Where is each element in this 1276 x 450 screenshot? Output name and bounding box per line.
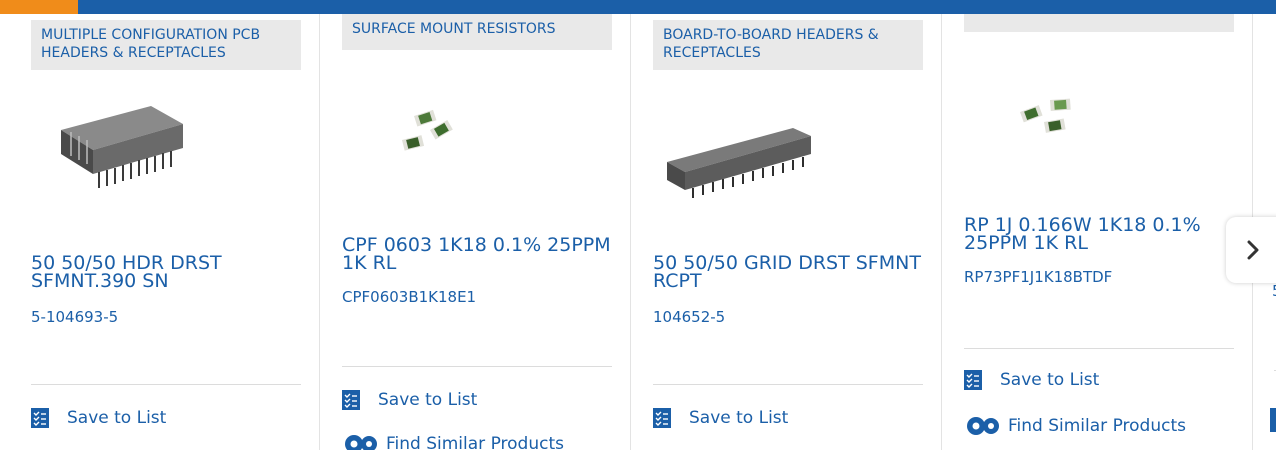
save-to-list-button[interactable]: Save to List	[964, 370, 1099, 390]
pcb-header-icon[interactable]	[51, 102, 191, 192]
part-number[interactable]: 5	[1272, 282, 1276, 300]
top-accent-bar	[0, 0, 1276, 14]
product-category[interactable]: SURFACE MOUNT RESISTORS	[342, 14, 612, 50]
checklist-icon	[31, 408, 49, 428]
carousel-next-button[interactable]	[1226, 217, 1276, 283]
save-to-list-button[interactable]: Save to List	[653, 408, 788, 428]
product-category[interactable]	[964, 14, 1234, 32]
product-title[interactable]: CPF 0603 1K18 0.1% 25PPM 1K RL	[342, 236, 612, 273]
divider	[964, 348, 1234, 349]
checklist-icon	[964, 370, 982, 390]
product-card: BOARD-TO-BOARD HEADERS & RECEPTACLES 50 …	[631, 14, 942, 450]
smd-resistor-icon[interactable]	[1012, 96, 1082, 142]
product-category[interactable]: BOARD-TO-BOARD HEADERS & RECEPTACLES	[653, 20, 923, 70]
product-title[interactable]: 50 50/50 HDR DRST SFMNT.390 SN	[31, 254, 301, 291]
divider	[653, 384, 923, 385]
gears-icon	[967, 417, 999, 435]
product-title[interactable]: RP 1J 0.166W 1K18 0.1% 25PPM 1K RL	[964, 216, 1234, 253]
part-number[interactable]: CPF0603B1K18E1	[342, 288, 476, 306]
checklist-icon	[653, 408, 671, 428]
part-number[interactable]: RP73PF1J1K18BTDF	[964, 268, 1112, 286]
save-label: Save to List	[67, 408, 167, 428]
part-number[interactable]: 104652-5	[653, 308, 725, 326]
find-label: Find Similar Products	[1008, 416, 1186, 436]
find-similar-products-button[interactable]: Find Similar Products	[964, 414, 1186, 438]
save-to-list-button[interactable]: Save to List	[342, 390, 477, 410]
save-label: Save to List	[378, 390, 478, 410]
find-label: Find Similar Products	[386, 434, 564, 450]
divider	[31, 384, 301, 385]
save-label: Save to List	[689, 408, 789, 428]
divider	[342, 366, 612, 367]
product-card: SURFACE MOUNT RESISTORS CPF 0603 1K18 0.…	[320, 14, 631, 450]
product-title[interactable]: 50 50/50 GRID DRST SFMNT RCPT	[653, 254, 923, 291]
product-category[interactable]: MULTIPLE CONFIGURATION PCB HEADERS & REC…	[31, 20, 301, 70]
find-similar-products-button[interactable]: Find Similar Products	[342, 432, 564, 450]
chevron-right-icon	[1247, 240, 1259, 260]
product-card: MULTIPLE CONFIGURATION PCB HEADERS & REC…	[9, 14, 320, 450]
save-to-list-button[interactable]: Save to List	[31, 408, 166, 428]
smd-resistor-icon[interactable]	[400, 106, 460, 162]
checklist-icon[interactable]	[1270, 408, 1276, 432]
product-card: RP 1J 0.166W 1K18 0.1% 25PPM 1K RL RP73P…	[942, 14, 1253, 450]
board-connector-icon[interactable]	[663, 118, 815, 208]
part-number[interactable]: 5-104693-5	[31, 308, 118, 326]
save-label: Save to List	[1000, 370, 1100, 390]
active-indicator	[0, 0, 78, 14]
checklist-icon	[342, 390, 360, 410]
gears-icon	[345, 435, 377, 450]
